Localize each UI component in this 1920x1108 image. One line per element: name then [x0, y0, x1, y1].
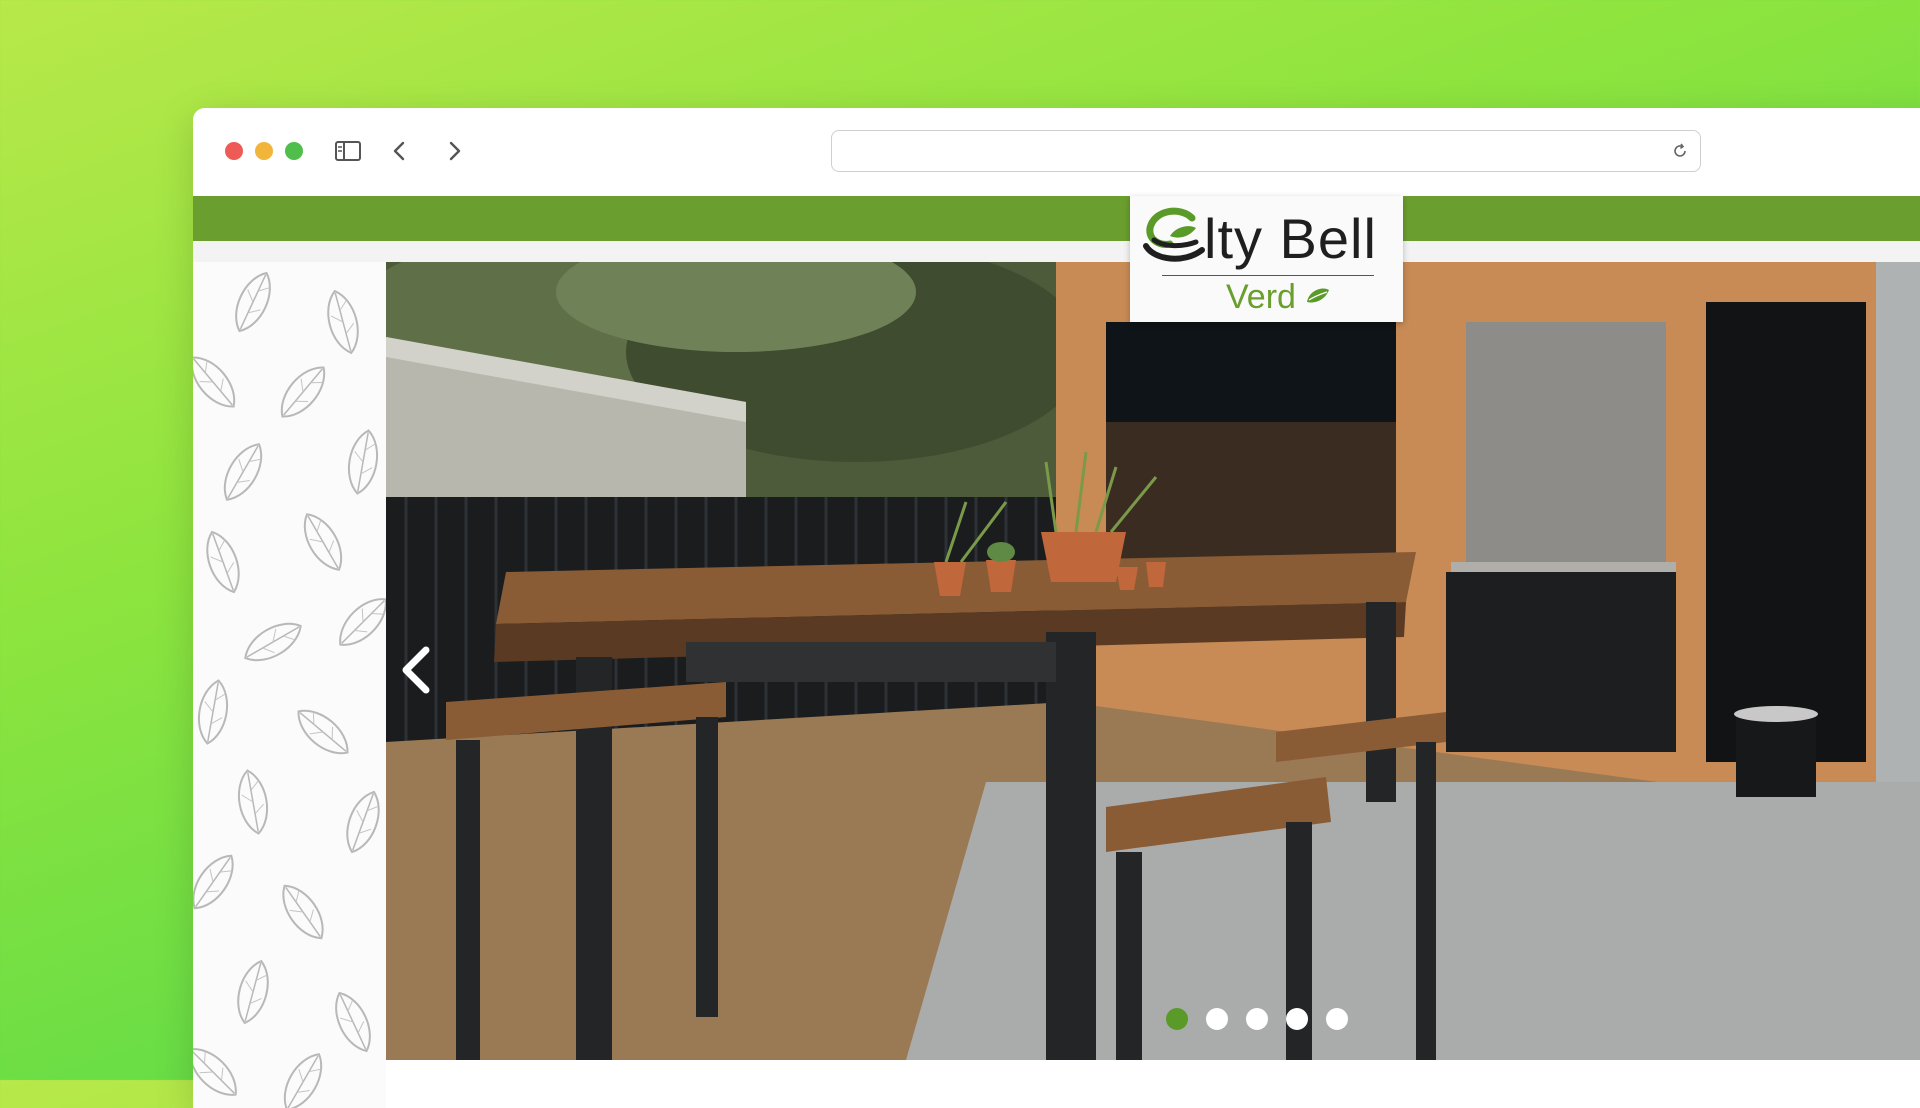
image-slider	[386, 262, 1920, 1060]
address-bar[interactable]	[831, 130, 1701, 172]
slide-photo	[386, 262, 1920, 1060]
header-green-band	[193, 196, 1920, 241]
maximize-window-button[interactable]	[285, 142, 303, 160]
slider-prev-button[interactable]	[394, 642, 438, 698]
slider-dot-3[interactable]	[1246, 1008, 1268, 1030]
chevron-right-icon[interactable]	[439, 136, 469, 166]
chevron-left-icon[interactable]	[385, 136, 415, 166]
leaf-pattern-icon	[193, 266, 386, 1108]
slider-dot-4[interactable]	[1286, 1008, 1308, 1030]
browser-toolbar	[193, 108, 1920, 197]
slider-dot-1[interactable]	[1166, 1008, 1188, 1030]
logo-title: lty Bell	[1204, 207, 1377, 270]
web-page: lty Bell Verd	[193, 196, 1920, 1108]
logo-subtitle: Verd	[1226, 278, 1296, 316]
cup-with-leaf-icon	[1143, 207, 1205, 262]
leaf-pattern-panel	[193, 262, 386, 1108]
site-logo[interactable]: lty Bell Verd	[1130, 196, 1403, 322]
minimize-window-button[interactable]	[255, 142, 273, 160]
slider-dot-2[interactable]	[1206, 1008, 1228, 1030]
logo-divider	[1162, 275, 1374, 276]
reload-icon[interactable]	[1670, 141, 1690, 161]
sidebar-toggle-icon[interactable]	[333, 136, 363, 166]
close-window-button[interactable]	[225, 142, 243, 160]
slider-pagination	[1166, 1008, 1348, 1030]
leaf-icon	[1307, 288, 1329, 303]
slider-dot-5[interactable]	[1326, 1008, 1348, 1030]
browser-window: lty Bell Verd	[193, 108, 1920, 1108]
header-gray-strip	[193, 241, 1920, 262]
